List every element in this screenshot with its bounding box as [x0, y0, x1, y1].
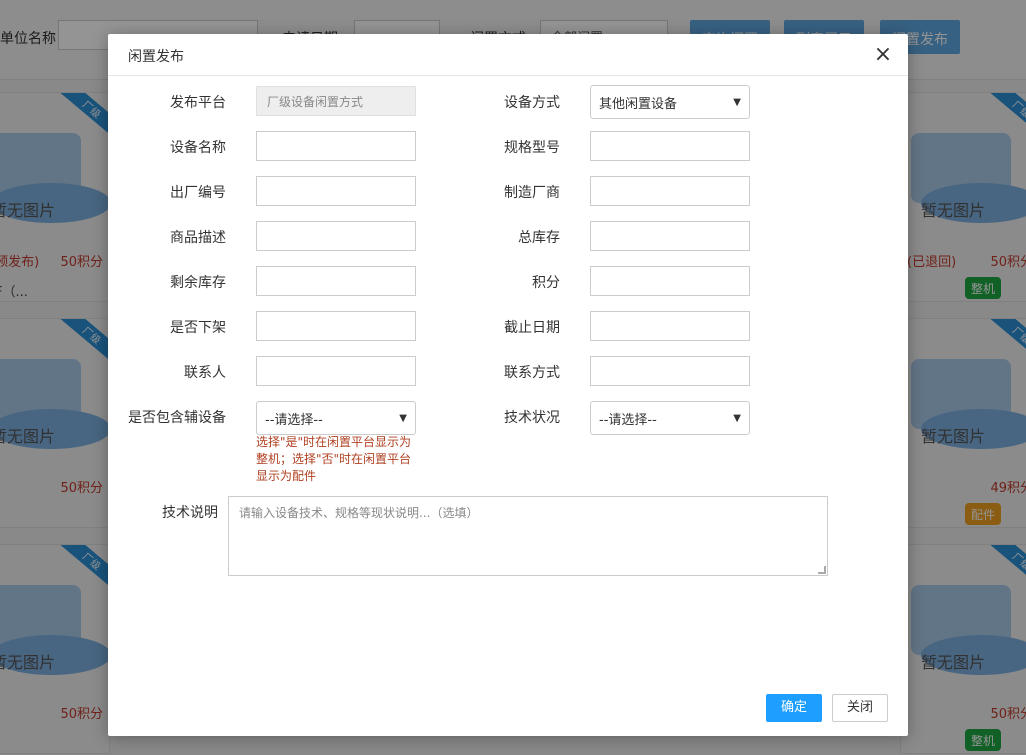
remain-field[interactable] [256, 266, 416, 296]
maker-label: 制造厂商 [504, 185, 560, 201]
tech-desc-label: 技术说明 [162, 505, 218, 521]
close-button[interactable]: 关闭 [832, 694, 888, 722]
aux-label: 是否包含辅设备 [128, 410, 226, 426]
spec-field[interactable] [590, 131, 750, 161]
tech-status-select[interactable]: --请选择-- ▼ [590, 401, 750, 435]
serial-label: 出厂编号 [170, 185, 226, 201]
desc-label: 商品描述 [170, 230, 226, 246]
mode-select[interactable]: 其他闲置设备 ▼ [590, 85, 750, 119]
tech-status-label: 技术状况 [504, 410, 560, 426]
dialog-title: 闲置发布 [128, 49, 184, 65]
desc-field[interactable] [256, 221, 416, 251]
offshelf-field[interactable] [256, 311, 416, 341]
name-label: 设备名称 [170, 140, 226, 156]
resize-handle-icon[interactable] [818, 566, 826, 574]
offshelf-label: 是否下架 [170, 320, 226, 336]
mode-label: 设备方式 [504, 95, 560, 111]
contact-method-field[interactable] [590, 356, 750, 386]
deadline-field[interactable] [590, 311, 750, 341]
tech-desc-placeholder: 请输入设备技术、规格等现状说明...（选填） [239, 506, 479, 520]
points-field[interactable] [590, 266, 750, 296]
chevron-down-icon: ▼ [399, 412, 407, 424]
contact-method-label: 联系方式 [504, 365, 560, 381]
spec-label: 规格型号 [504, 140, 560, 156]
aux-select[interactable]: --请选择-- ▼ [256, 401, 416, 435]
tech-desc-textarea[interactable]: 请输入设备技术、规格等现状说明...（选填） [228, 496, 828, 576]
deadline-label: 截止日期 [504, 320, 560, 336]
close-icon[interactable]: × [872, 44, 894, 66]
chevron-down-icon: ▼ [733, 96, 741, 108]
name-field[interactable] [256, 131, 416, 161]
publish-dialog: 闲置发布 × 发布平台 设备方式 其他闲置设备 ▼ 设备名称 规格型号 出厂编号… [108, 34, 908, 736]
serial-field[interactable] [256, 176, 416, 206]
stock-field[interactable] [590, 221, 750, 251]
confirm-button[interactable]: 确定 [766, 694, 822, 722]
aux-select-value: --请选择-- [265, 412, 323, 428]
stock-label: 总库存 [518, 230, 560, 246]
aux-hint: 选择"是"时在闲置平台显示为整机；选择"否"时在闲置平台显示为配件 [256, 435, 412, 483]
remain-label: 剩余库存 [170, 275, 226, 291]
maker-field[interactable] [590, 176, 750, 206]
tech-status-select-value: --请选择-- [599, 412, 657, 428]
platform-label: 发布平台 [170, 95, 226, 111]
chevron-down-icon: ▼ [733, 412, 741, 424]
mode-select-value: 其他闲置设备 [599, 96, 678, 112]
contact-field[interactable] [256, 356, 416, 386]
points-label: 积分 [532, 275, 560, 291]
platform-field [256, 86, 416, 116]
contact-label: 联系人 [184, 365, 226, 381]
dialog-header: 闲置发布 × [108, 34, 908, 76]
